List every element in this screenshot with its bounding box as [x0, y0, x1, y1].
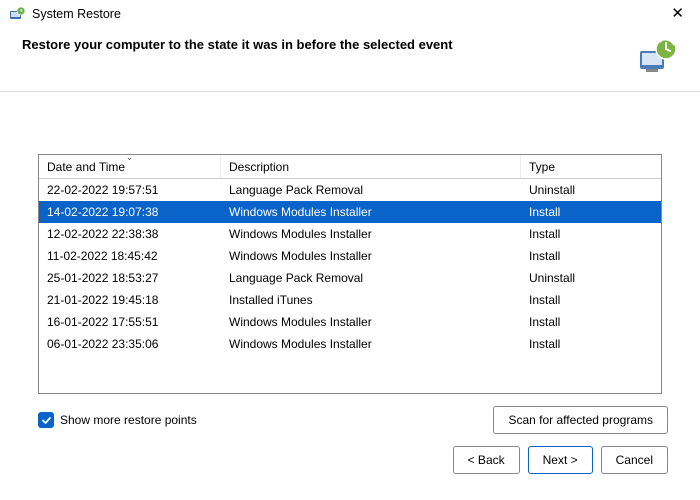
table-row[interactable]: 11-02-2022 18:45:42Windows Modules Insta… [39, 245, 661, 267]
table-row[interactable]: 06-01-2022 23:35:06Windows Modules Insta… [39, 333, 661, 355]
window-title: System Restore [32, 7, 121, 21]
show-more-label: Show more restore points [60, 413, 197, 427]
col-header-date-label: Date and Time [47, 160, 125, 174]
cell-type: Install [521, 289, 661, 311]
cancel-button[interactable]: Cancel [601, 446, 668, 474]
titlebar: System Restore ✕ [0, 0, 700, 25]
show-more-checkbox[interactable] [38, 412, 54, 428]
cell-type: Install [521, 201, 661, 223]
col-header-description[interactable]: Description [221, 155, 521, 178]
cell-date: 16-01-2022 17:55:51 [39, 311, 221, 333]
table-row[interactable]: 12-02-2022 22:38:38Windows Modules Insta… [39, 223, 661, 245]
cell-description: Windows Modules Installer [221, 333, 521, 355]
next-button[interactable]: Next > [528, 446, 593, 474]
table-body: 22-02-2022 19:57:51Language Pack Removal… [39, 179, 661, 355]
table-header: ⌄ Date and Time Description Type [39, 155, 661, 179]
table-row[interactable]: 21-01-2022 19:45:18Installed iTunesInsta… [39, 289, 661, 311]
cell-type: Uninstall [521, 267, 661, 289]
wizard-buttons: < Back Next > Cancel [0, 442, 700, 484]
table-row[interactable]: 25-01-2022 18:53:27Language Pack Removal… [39, 267, 661, 289]
cell-date: 22-02-2022 19:57:51 [39, 179, 221, 201]
system-restore-icon [8, 5, 26, 23]
cell-type: Install [521, 333, 661, 355]
close-button[interactable]: ✕ [663, 4, 692, 23]
cell-type: Install [521, 311, 661, 333]
scan-affected-button[interactable]: Scan for affected programs [493, 406, 668, 434]
cell-type: Install [521, 245, 661, 267]
col-header-date[interactable]: ⌄ Date and Time [39, 155, 221, 178]
cell-date: 14-02-2022 19:07:38 [39, 201, 221, 223]
col-header-type[interactable]: Type [521, 155, 661, 178]
footer-options: Show more restore points Scan for affect… [0, 394, 700, 442]
cell-type: Uninstall [521, 179, 661, 201]
back-button[interactable]: < Back [453, 446, 520, 474]
cell-date: 25-01-2022 18:53:27 [39, 267, 221, 289]
cell-date: 21-01-2022 19:45:18 [39, 289, 221, 311]
cell-description: Windows Modules Installer [221, 311, 521, 333]
cell-description: Installed iTunes [221, 289, 521, 311]
restore-big-icon [636, 35, 678, 77]
cell-description: Windows Modules Installer [221, 245, 521, 267]
cell-date: 12-02-2022 22:38:38 [39, 223, 221, 245]
cell-description: Language Pack Removal [221, 179, 521, 201]
content-area: ⌄ Date and Time Description Type 22-02-2… [0, 92, 700, 394]
table-row[interactable]: 22-02-2022 19:57:51Language Pack Removal… [39, 179, 661, 201]
page-heading: Restore your computer to the state it wa… [22, 35, 628, 52]
cell-description: Windows Modules Installer [221, 201, 521, 223]
cell-type: Install [521, 223, 661, 245]
table-row[interactable]: 16-01-2022 17:55:51Windows Modules Insta… [39, 311, 661, 333]
cell-date: 11-02-2022 18:45:42 [39, 245, 221, 267]
cell-description: Language Pack Removal [221, 267, 521, 289]
table-row[interactable]: 14-02-2022 19:07:38Windows Modules Insta… [39, 201, 661, 223]
cell-date: 06-01-2022 23:35:06 [39, 333, 221, 355]
header: Restore your computer to the state it wa… [0, 25, 700, 91]
cell-description: Windows Modules Installer [221, 223, 521, 245]
sort-desc-icon: ⌄ [126, 152, 134, 163]
restore-points-table[interactable]: ⌄ Date and Time Description Type 22-02-2… [38, 154, 662, 394]
